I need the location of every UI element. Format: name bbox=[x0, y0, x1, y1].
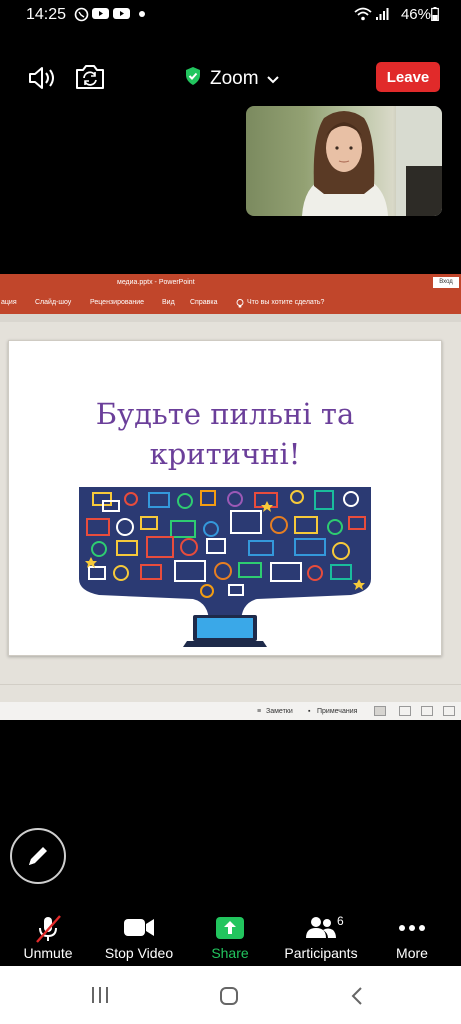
battery-level: 46% bbox=[400, 6, 431, 23]
normal-view-button[interactable] bbox=[374, 706, 386, 716]
stop-video-label: Stop Video bbox=[104, 945, 174, 961]
tab-animation[interactable]: ация bbox=[1, 299, 17, 306]
participant-video-thumbnail[interactable] bbox=[246, 106, 442, 216]
tab-view[interactable]: Вид bbox=[162, 299, 175, 306]
meeting-toolbar: Unmute Stop Video Share 6 Participants M… bbox=[0, 908, 461, 966]
wifi-icon bbox=[354, 7, 372, 24]
slide: Будьте пильні та критичні! bbox=[8, 340, 442, 656]
participants-label: Participants bbox=[284, 945, 358, 961]
status-time: 14:25 bbox=[26, 6, 67, 23]
tell-me-search[interactable]: Что вы хотите сделать? bbox=[247, 299, 324, 306]
lightbulb-icon bbox=[236, 299, 244, 310]
slide-sorter-button[interactable] bbox=[399, 706, 411, 716]
chevron-down-icon bbox=[266, 68, 279, 90]
meeting-title: Zoom bbox=[210, 68, 259, 89]
ppt-title-bar: медиа.pptx - PowerPoint Вход bbox=[0, 274, 461, 292]
shield-check-icon bbox=[184, 66, 202, 92]
viber-icon bbox=[74, 7, 89, 25]
shared-screen[interactable]: медиа.pptx - PowerPoint Вход ация Слайд-… bbox=[0, 274, 461, 720]
tab-slideshow[interactable]: Слайд-шоу bbox=[35, 299, 71, 306]
share-label: Share bbox=[211, 945, 249, 961]
unmute-button[interactable]: Unmute bbox=[3, 908, 93, 966]
participants-button[interactable]: 6 Participants bbox=[276, 908, 366, 966]
reading-view-button[interactable] bbox=[421, 706, 433, 716]
slide-title-line1: Будьте пильні та bbox=[95, 397, 355, 431]
notes-area bbox=[0, 684, 461, 703]
pencil-icon bbox=[29, 847, 47, 865]
back-icon[interactable] bbox=[350, 986, 364, 1006]
meeting-info-dropdown[interactable]: Zoom bbox=[184, 66, 279, 92]
battery-icon bbox=[431, 7, 439, 24]
system-navigation-bar bbox=[0, 966, 461, 1024]
more-dots-icon bbox=[399, 925, 425, 931]
notification-dot-icon bbox=[138, 7, 146, 23]
sign-in-button[interactable]: Вход bbox=[433, 277, 459, 288]
share-button[interactable]: Share bbox=[185, 908, 275, 966]
muted-microphone-icon bbox=[36, 915, 61, 943]
tab-help[interactable]: Справка bbox=[190, 299, 217, 306]
ppt-ribbon-tabs: ация Слайд-шоу Рецензирование Вид Справк… bbox=[0, 292, 461, 314]
video-camera-icon bbox=[124, 919, 154, 936]
participants-count: 6 bbox=[337, 914, 344, 928]
participants-icon bbox=[306, 917, 336, 938]
slideshow-view-button[interactable] bbox=[443, 706, 455, 716]
youtube-icon bbox=[92, 7, 109, 23]
switch-camera-icon[interactable] bbox=[74, 62, 106, 92]
media-illustration bbox=[79, 487, 371, 647]
leave-button[interactable]: Leave bbox=[376, 62, 440, 92]
ribbon-divider bbox=[0, 314, 461, 322]
notes-button[interactable]: Заметки bbox=[266, 708, 293, 715]
ppt-status-bar: ≡ Заметки ▪ Примечания bbox=[0, 702, 461, 720]
unmute-label: Unmute bbox=[23, 945, 73, 961]
ppt-window-title: медиа.pptx - PowerPoint bbox=[117, 279, 195, 286]
status-bar: 14:25 46% bbox=[0, 0, 461, 30]
slide-title-line2: критичні! bbox=[149, 437, 301, 471]
notes-icon: ≡ bbox=[257, 708, 262, 715]
comments-icon: ▪ bbox=[308, 708, 311, 715]
tab-review[interactable]: Рецензирование bbox=[90, 299, 144, 306]
annotate-button[interactable] bbox=[10, 828, 66, 884]
share-arrow-icon bbox=[216, 917, 244, 939]
comments-button[interactable]: Примечания bbox=[317, 708, 357, 715]
more-label: More bbox=[396, 945, 428, 961]
speaker-icon[interactable] bbox=[27, 64, 59, 92]
recent-apps-icon[interactable] bbox=[90, 986, 110, 1004]
stop-video-button[interactable]: Stop Video bbox=[94, 908, 184, 966]
youtube-icon bbox=[113, 7, 130, 23]
home-icon[interactable] bbox=[219, 986, 239, 1006]
more-button[interactable]: More bbox=[367, 908, 457, 966]
signal-icon bbox=[375, 7, 389, 24]
